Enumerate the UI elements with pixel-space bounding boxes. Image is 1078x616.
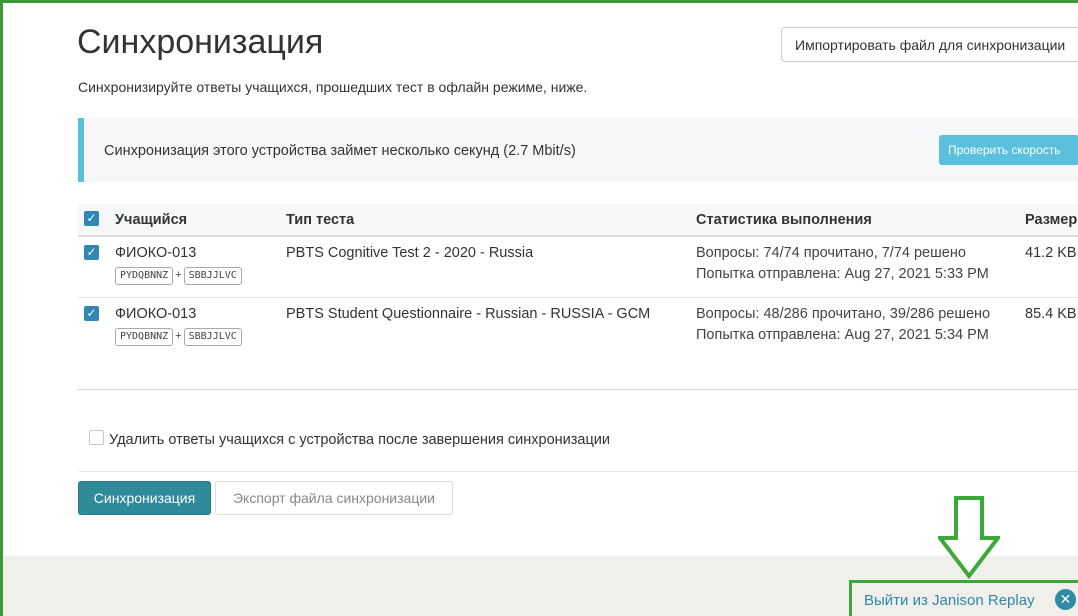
- stats-questions: Вопросы: 74/74 прочитано, 7/74 решено: [696, 245, 966, 261]
- header-size: Размер: [1025, 212, 1078, 228]
- row-checkbox[interactable]: ✓: [84, 245, 99, 260]
- down-arrow-annotation-icon: [938, 496, 1000, 580]
- section-divider: [78, 471, 1078, 472]
- stats-submitted: Попытка отправлена: Aug 27, 2021 5:34 PM: [696, 327, 989, 343]
- import-sync-file-button[interactable]: Импортировать файл для синхронизации: [781, 27, 1078, 62]
- row-checkbox[interactable]: ✓: [84, 306, 99, 321]
- student-name: ФИОКО-013: [115, 306, 197, 322]
- stats-submitted: Попытка отправлена: Aug 27, 2021 5:33 PM: [696, 266, 989, 282]
- test-type: PBTS Student Questionnaire - Russian - R…: [286, 306, 651, 322]
- header-stats: Статистика выполнения: [696, 212, 872, 228]
- delete-responses-checkbox[interactable]: [89, 430, 104, 445]
- page-title: Синхронизация: [77, 23, 324, 61]
- plus-sign: +: [175, 330, 182, 342]
- section-divider: [78, 389, 1078, 390]
- check-speed-button[interactable]: Проверить скорость: [939, 135, 1078, 165]
- sync-speed-alert: Синхронизация этого устройства займет не…: [78, 118, 1078, 182]
- sync-speed-text: Синхронизация этого устройства займет не…: [104, 143, 576, 159]
- page-subtitle: Синхронизируйте ответы учащихся, прошедш…: [78, 79, 588, 95]
- test-type: PBTS Cognitive Test 2 - 2020 - Russia: [286, 245, 534, 261]
- sync-button[interactable]: Синхронизация: [78, 481, 211, 515]
- header-student: Учащийся: [115, 212, 188, 228]
- header-test-type: Тип теста: [286, 212, 355, 228]
- student-code-badge: SBBJJLVC: [183, 267, 242, 285]
- plus-sign: +: [175, 269, 182, 281]
- student-name: ФИОКО-013: [115, 245, 197, 261]
- exit-replay-link[interactable]: Выйти из Janison Replay ✕: [849, 580, 1078, 616]
- student-code-badge: PYDQBNNZ: [115, 328, 174, 346]
- file-size: 41.2 KB: [1025, 245, 1077, 261]
- student-code-badge: SBBJJLVC: [183, 328, 242, 346]
- select-all-checkbox[interactable]: ✓: [84, 211, 99, 226]
- page-frame: Синхронизация Импортировать файл для син…: [0, 0, 1078, 616]
- exit-replay-label: Выйти из Janison Replay: [864, 592, 1035, 609]
- table-row: ✓ ФИОКО-013 PYDQBNNZ + SBBJJLVC PBTS Stude…: [78, 299, 1078, 359]
- table-header: ✓ Учащийся Тип теста Статистика выполнен…: [78, 204, 1078, 237]
- student-codes: PYDQBNNZ + SBBJJLVC: [115, 267, 242, 285]
- file-size: 85.4 KB: [1025, 306, 1077, 322]
- student-code-badge: PYDQBNNZ: [115, 267, 174, 285]
- close-circle-icon: ✕: [1055, 589, 1076, 610]
- export-sync-file-button[interactable]: Экспорт файла синхронизации: [215, 481, 453, 515]
- stats-questions: Вопросы: 48/286 прочитано, 39/286 решено: [696, 306, 991, 322]
- delete-responses-label: Удалить ответы учащихся с устройства пос…: [109, 432, 610, 448]
- table-row: ✓ ФИОКО-013 PYDQBNNZ + SBBJJLVC PBTS Cogni…: [78, 238, 1078, 298]
- student-codes: PYDQBNNZ + SBBJJLVC: [115, 328, 242, 346]
